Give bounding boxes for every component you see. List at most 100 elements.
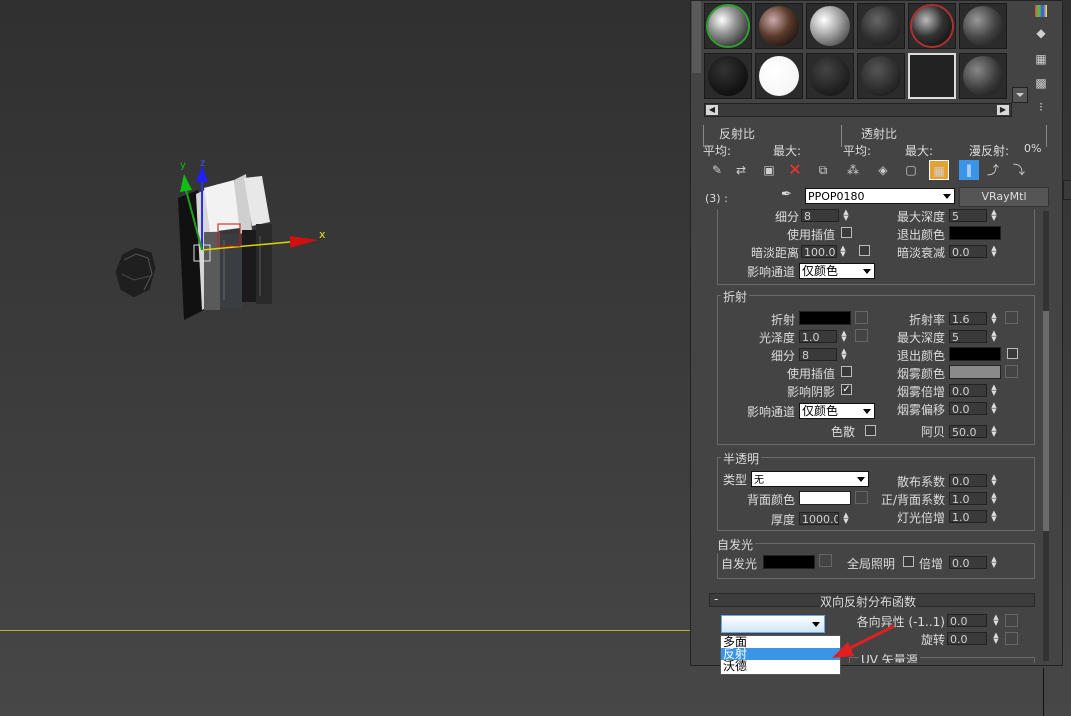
rotation-map-button[interactable] (1005, 632, 1018, 645)
brdf-option-ward[interactable]: 沃德 (721, 660, 840, 672)
brdf-collapse-icon[interactable]: - (714, 592, 718, 606)
background-icon[interactable] (1031, 1, 1051, 21)
material-type-button[interactable]: VRayMtl (959, 187, 1049, 207)
material-id-icon[interactable]: ▢ (901, 160, 921, 180)
fb-coef-input[interactable]: 1.0 (949, 492, 987, 505)
sample-uv-tiling-icon[interactable]: ◆ (1031, 23, 1051, 43)
self-illum-mult-spinner[interactable]: ▲ ▼ (989, 556, 999, 569)
material-slot-3[interactable] (806, 3, 854, 49)
fog-color-map-button[interactable] (1005, 365, 1018, 378)
rotation-input[interactable]: 0.0 (947, 632, 987, 645)
refl-subdivs-spinner[interactable]: ▲ ▼ (841, 209, 851, 222)
rotation-spinner[interactable]: ▲ ▼ (991, 632, 1001, 645)
refr-exit-color-swatch[interactable] (949, 347, 1001, 361)
refl-interp-checkbox[interactable] (841, 227, 852, 238)
material-slot-10[interactable] (857, 53, 905, 99)
scroll-left-icon[interactable]: ◀ (706, 105, 718, 115)
scatter-spinner[interactable]: ▲ ▼ (989, 474, 999, 487)
refr-max-depth-input[interactable]: 5 (949, 330, 987, 343)
assign-to-selection-icon[interactable]: ▣ (759, 160, 779, 180)
scroll-right-icon[interactable]: ▶ (997, 105, 1009, 115)
back-color-swatch[interactable] (799, 491, 851, 505)
refl-dim-falloff-input[interactable]: 0.0 (949, 245, 987, 258)
refract-color-swatch[interactable] (799, 311, 851, 325)
refract-map-button[interactable] (855, 311, 868, 324)
put-to-library-icon[interactable]: ◈ (873, 160, 893, 180)
light-mult-input[interactable]: 1.0 (949, 510, 987, 523)
refl-max-depth-input[interactable]: 5 (949, 209, 987, 222)
material-slot-8[interactable] (755, 53, 803, 99)
anisotropy-input[interactable]: 0.0 (947, 614, 987, 627)
fog-mult-spinner[interactable]: ▲ ▼ (989, 384, 999, 397)
transl-type-select[interactable]: 无 (751, 471, 869, 487)
dispersion-checkbox[interactable] (865, 425, 876, 436)
options-icon[interactable]: ⁝ (1031, 97, 1051, 117)
abbe-spinner[interactable]: ▲ ▼ (989, 425, 999, 438)
ior-input[interactable]: 1.6 (949, 312, 987, 325)
ior-spinner[interactable]: ▲ ▼ (989, 312, 999, 325)
ior-map-button[interactable] (1005, 311, 1018, 324)
refl-affect-channels-select[interactable]: 仅颜色 (799, 263, 875, 279)
thickness-input[interactable]: 1000.0 (799, 512, 839, 525)
refl-dim-dist-input[interactable]: 100.0m (801, 245, 837, 258)
fog-mult-input[interactable]: 0.0 (949, 384, 987, 397)
brdf-dropdown-list[interactable]: 多面 反射 沃德 (720, 635, 841, 675)
brdf-rollout-header[interactable]: - 双向反射分布函数 (709, 592, 1035, 609)
refr-affect-channels-select[interactable]: 仅颜色 (799, 403, 875, 419)
brdf-type-select[interactable] (721, 615, 825, 633)
refl-max-depth-spinner[interactable]: ▲ ▼ (989, 209, 999, 222)
gi-checkbox[interactable] (903, 556, 914, 567)
go-forward-sibling-icon[interactable]: ⤵ (1009, 160, 1029, 180)
refl-dim-dist-spinner[interactable]: ▲ ▼ (838, 245, 848, 258)
scatter-input[interactable]: 0.0 (949, 474, 987, 487)
rollout-scrollbar-thumb[interactable] (1043, 311, 1049, 531)
gloss-spinner[interactable]: ▲ ▼ (839, 330, 849, 343)
material-slot-7[interactable] (704, 53, 752, 99)
material-slot-11[interactable] (908, 53, 956, 99)
material-slot-4[interactable] (857, 3, 905, 49)
refr-max-depth-spinner[interactable]: ▲ ▼ (989, 330, 999, 343)
make-unique-icon[interactable]: ⁂ (843, 160, 863, 180)
go-to-parent-icon[interactable]: ⤴ (983, 160, 1003, 180)
fb-coef-spinner[interactable]: ▲ ▼ (989, 492, 999, 505)
light-mult-spinner[interactable]: ▲ ▼ (989, 510, 999, 523)
rollout-scrollbar[interactable] (1043, 211, 1049, 661)
refr-subdivs-spinner[interactable]: ▲ ▼ (839, 348, 849, 361)
side-handle[interactable] (1063, 180, 1071, 200)
anisotropy-map-button[interactable] (1005, 614, 1018, 627)
back-color-map-button[interactable] (855, 491, 868, 504)
gloss-input[interactable]: 1.0 (799, 330, 837, 343)
get-material-icon[interactable]: ✎ (707, 160, 727, 180)
refr-interp-checkbox[interactable] (841, 366, 852, 377)
video-color-check-icon[interactable]: ▦ (1031, 49, 1051, 69)
fog-bias-spinner[interactable]: ▲ ▼ (989, 402, 999, 415)
affect-shadows-checkbox[interactable]: ✓ (841, 384, 852, 395)
abbe-input[interactable]: 50.0 (949, 425, 987, 438)
scene-objects[interactable] (100, 150, 340, 330)
eyedropper-icon[interactable]: ✒ (781, 187, 797, 203)
material-slot-12[interactable] (959, 53, 1007, 99)
self-illum-color-swatch[interactable] (763, 555, 815, 569)
material-slot-9[interactable] (806, 53, 854, 99)
delete-icon[interactable]: ✕ (785, 160, 805, 180)
slots-horizontal-scrollbar[interactable]: ◀ ▶ (704, 103, 1012, 117)
material-name-field[interactable]: PPOP0180 (805, 188, 955, 204)
slots-vertical-scrollbar[interactable] (692, 1, 701, 73)
thickness-spinner[interactable]: ▲ ▼ (841, 512, 851, 525)
fog-color-swatch[interactable] (949, 365, 1001, 379)
material-slot-1[interactable] (704, 3, 752, 49)
refl-exit-color-swatch[interactable] (949, 226, 1001, 240)
refl-subdivs-input[interactable]: 8 (801, 209, 839, 222)
material-slot-2[interactable] (755, 3, 803, 49)
self-illum-mult-input[interactable]: 0.0 (949, 556, 987, 569)
copy-material-icon[interactable]: ⧉ (813, 160, 833, 180)
material-slot-5[interactable] (908, 3, 956, 49)
gloss-map-button[interactable] (855, 329, 868, 342)
refl-dim-falloff-spinner[interactable]: ▲ ▼ (989, 245, 999, 258)
refr-subdivs-input[interactable]: 8 (799, 348, 837, 361)
anisotropy-spinner[interactable]: ▲ ▼ (991, 614, 1001, 627)
self-illum-map-button[interactable] (819, 554, 832, 567)
show-map-in-viewport-icon[interactable]: ▦ (929, 160, 949, 180)
fog-bias-input[interactable]: 0.0 (949, 402, 987, 415)
put-to-scene-icon[interactable]: ⇄ (731, 160, 751, 180)
